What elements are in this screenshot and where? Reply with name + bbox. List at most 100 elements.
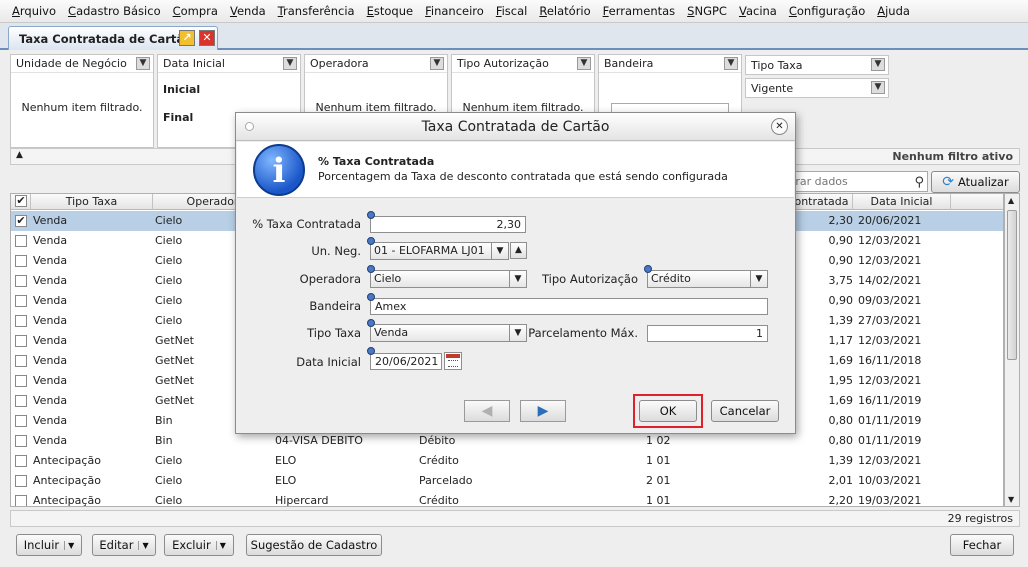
cell-taxa-contratada: 2,30 (828, 214, 854, 227)
cell-parcelamento: 1 01 (646, 494, 671, 507)
menu-item[interactable]: Compra (167, 4, 224, 18)
menu-item[interactable]: Fiscal (490, 4, 534, 18)
table-row[interactable]: Antecipação Cielo ELO Parcelado 2 01 2,01 10/0… (11, 471, 1003, 491)
table-row[interactable]: Antecipação Cielo ELO Crédito 1 01 1,39 12/03/… (11, 451, 1003, 471)
checkbox-icon[interactable] (15, 415, 27, 427)
chevron-down-icon[interactable]: ▼ (64, 540, 74, 550)
collapse-arrow-icon[interactable]: ▲ (16, 150, 23, 160)
checkbox-icon[interactable] (15, 435, 27, 447)
header-data-inicial[interactable]: Data Inicial (853, 194, 951, 210)
atualizar-button[interactable]: ⟳ Atualizar (931, 171, 1020, 193)
checkbox-icon[interactable] (15, 475, 27, 487)
tipo-taxa-select[interactable]: Venda ▼ (370, 324, 527, 342)
sugestao-cadastro-button[interactable]: Sugestão de Cadastro (246, 534, 382, 556)
checkbox-icon[interactable] (15, 235, 27, 247)
calendar-icon[interactable] (444, 352, 462, 370)
funnel-icon[interactable]: ▼ (577, 57, 591, 70)
tab-taxa-contratada[interactable]: Taxa Contratada de Cartão ↗ ✕ (8, 26, 218, 50)
cell-operadora: Cielo (155, 314, 183, 327)
menu-item[interactable]: Vacina (733, 4, 783, 18)
menu-item[interactable]: SNGPC (681, 4, 733, 18)
menu-item[interactable]: Ajuda (871, 4, 916, 18)
checkbox-icon[interactable]: ✔ (15, 215, 27, 227)
maximize-icon[interactable]: ↗ (179, 30, 195, 46)
menu-item[interactable]: Financeiro (419, 4, 490, 18)
cell-tipo-taxa: Venda (33, 314, 68, 327)
scroll-down-icon[interactable]: ▼ (1008, 495, 1014, 504)
checkbox-icon[interactable] (15, 295, 27, 307)
chevron-down-icon[interactable]: ▼ (750, 271, 767, 287)
header-tipo-taxa[interactable]: Tipo Taxa (31, 194, 153, 210)
chevron-down-icon[interactable]: ▼ (138, 540, 149, 550)
data-inicial-input[interactable]: 20/06/2021 (370, 353, 442, 370)
vertical-scrollbar[interactable]: ▲ ▼ (1004, 193, 1020, 507)
cell-bandeira: 04-VISA DEBITO (275, 434, 363, 447)
previous-arrow-icon[interactable]: ◀ (464, 400, 510, 422)
funnel-icon[interactable]: ▼ (136, 57, 150, 70)
checkbox-icon[interactable]: ✔ (15, 195, 27, 207)
editar-button[interactable]: Editar ▼ (92, 534, 156, 556)
checkbox-icon[interactable] (15, 395, 27, 407)
checkbox-icon[interactable] (15, 375, 27, 387)
parcelamento-input[interactable]: 1 (647, 325, 768, 342)
funnel-icon[interactable]: ▼ (283, 57, 297, 70)
checkbox-icon[interactable] (15, 315, 27, 327)
checkbox-icon[interactable] (15, 335, 27, 347)
filter-vigente[interactable]: Vigente ▼ (745, 78, 889, 98)
header-select-all[interactable]: ✔ (11, 194, 31, 210)
menu-item[interactable]: Configuração (783, 4, 871, 18)
funnel-icon[interactable]: ▼ (871, 58, 885, 71)
checkbox-icon[interactable] (15, 275, 27, 287)
cell-taxa-contratada: 1,95 (828, 374, 854, 387)
chevron-up-icon[interactable]: ▲ (510, 242, 527, 259)
chevron-down-icon[interactable]: ▼ (509, 271, 526, 287)
search-icon[interactable]: ⚲ (914, 173, 924, 192)
chevron-down-icon[interactable]: ▼ (491, 243, 508, 259)
menu-item[interactable]: Estoque (361, 4, 419, 18)
refresh-icon: ⟳ (942, 174, 954, 190)
fechar-button[interactable]: Fechar (950, 534, 1014, 556)
menu-item[interactable]: Venda (224, 4, 272, 18)
un-neg-select[interactable]: 01 - ELOFARMA LJ01 ▼ (370, 242, 509, 260)
ok-button[interactable]: OK (639, 400, 697, 422)
header-taxa-contratada[interactable]: ontratada (791, 194, 853, 210)
operadora-select[interactable]: Cielo ▼ (370, 270, 527, 288)
funnel-icon[interactable]: ▼ (724, 57, 738, 70)
filter-unidade-negocio[interactable]: Unidade de Negócio ▼ Nenhum item filtrado… (10, 54, 154, 148)
document-tab-strip: Taxa Contratada de Cartão ↗ ✕ (0, 23, 1028, 50)
menu-item[interactable]: Ferramentas (597, 4, 682, 18)
menu-item[interactable]: Transferência (272, 4, 361, 18)
tipo-autorizacao-select[interactable]: Crédito ▼ (647, 270, 768, 288)
menu-item[interactable]: Cadastro Básico (62, 4, 167, 18)
bandeira-input[interactable]: Amex (370, 298, 768, 315)
scroll-thumb[interactable] (1007, 210, 1017, 360)
checkbox-icon[interactable] (15, 255, 27, 267)
next-arrow-icon[interactable]: ▶ (520, 400, 566, 422)
filter-tipo-taxa[interactable]: Tipo Taxa ▼ (745, 55, 889, 75)
table-row[interactable]: Antecipação Cielo Hipercard Crédito 1 01 2,20… (11, 491, 1003, 507)
close-icon[interactable]: ✕ (199, 30, 215, 46)
checkbox-icon[interactable] (15, 495, 27, 506)
menu-item[interactable]: Relatório (533, 4, 596, 18)
menu-item[interactable]: Arquivo (6, 4, 62, 18)
funnel-icon[interactable]: ▼ (430, 57, 444, 70)
incluir-button[interactable]: Incluir ▼ (16, 534, 82, 556)
excluir-button[interactable]: Excluir ▼ (164, 534, 234, 556)
required-marker-icon (367, 237, 375, 245)
checkbox-icon[interactable] (15, 455, 27, 467)
close-icon[interactable]: ✕ (771, 118, 788, 135)
cell-tipo-taxa: Venda (33, 274, 68, 287)
checkbox-icon[interactable] (15, 355, 27, 367)
cell-operadora: Cielo (155, 454, 183, 467)
cancelar-button[interactable]: Cancelar (711, 400, 779, 422)
taxa-input[interactable]: 2,30 (370, 216, 526, 233)
table-row[interactable]: Venda Bin 04-VISA DEBITO Débito 1 02 0,80 01/1… (11, 431, 1003, 451)
tipo-autorizacao-value: Crédito (651, 272, 691, 285)
search-input[interactable]: trar dados ⚲ (780, 171, 928, 192)
funnel-icon[interactable]: ▼ (871, 81, 885, 94)
scroll-up-icon[interactable]: ▲ (1008, 196, 1014, 205)
cell-tipo-taxa: Venda (33, 234, 68, 247)
cell-operadora: GetNet (155, 354, 194, 367)
chevron-down-icon[interactable]: ▼ (215, 540, 226, 550)
cell-bandeira: Hipercard (275, 494, 329, 507)
